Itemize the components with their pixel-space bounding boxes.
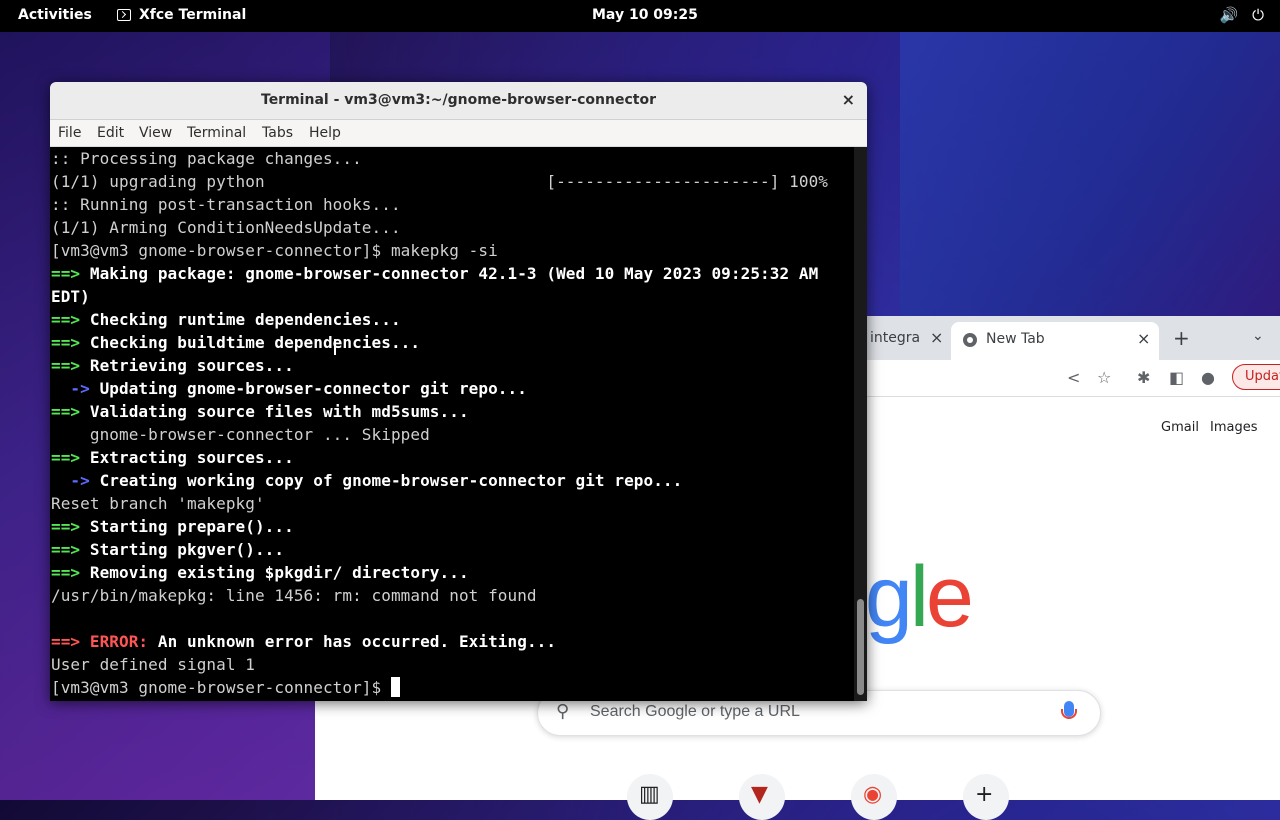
shortcut-tile[interactable]: ◉ [851, 774, 897, 820]
profile-icon[interactable]: ● [1201, 368, 1215, 387]
window-titlebar[interactable]: Terminal - vm3@vm3:~/gnome-browser-conne… [50, 82, 867, 120]
menu-bar: File Edit View Terminal Tabs Help [50, 120, 867, 147]
app-name: Xfce Terminal [139, 7, 247, 23]
add-shortcut-button[interactable]: + [963, 774, 1009, 820]
shortcut-tile[interactable]: ▼ [739, 774, 785, 820]
terminal-line: Reset branch 'makepkg' [51, 494, 265, 513]
terminal-line: ==> Validating source files with md5sums… [51, 402, 469, 421]
mouse-ibeam-cursor [334, 339, 336, 355]
share-icon[interactable]: < [1067, 368, 1080, 387]
menu-terminal[interactable]: Terminal [187, 125, 246, 141]
bookmark-star-icon[interactable]: ☆ [1097, 368, 1111, 387]
terminal-line: ==> Extracting sources... [51, 448, 294, 467]
terminal-prompt[interactable]: [vm3@vm3 gnome-browser-connector]$ [51, 676, 400, 699]
volume-icon: 🔊 [1219, 6, 1239, 24]
wine-icon: ▼ [751, 782, 768, 807]
terminal-line: gnome-browser-connector ... Skipped [51, 425, 430, 444]
terminal-line: ==> ERROR: An unknown error has occurred… [51, 632, 557, 651]
app-menu[interactable]: Xfce Terminal [117, 7, 246, 23]
side-panel-icon[interactable]: ◧ [1169, 368, 1184, 387]
terminal-window[interactable]: Terminal - vm3@vm3:~/gnome-browser-conne… [50, 82, 867, 701]
terminal-line: :: Running post-transaction hooks... [51, 195, 401, 214]
power-icon: ⏻ [1252, 6, 1264, 24]
scrollbar[interactable] [854, 147, 867, 701]
menu-edit[interactable]: Edit [97, 125, 124, 141]
menu-file[interactable]: File [58, 125, 81, 141]
google-logo: gle [865, 549, 974, 645]
clock[interactable]: May 10 09:25 [592, 7, 698, 23]
text-cursor [390, 677, 400, 697]
extensions-icon[interactable]: ✱ [1137, 368, 1150, 387]
close-tab-icon[interactable]: × [1137, 329, 1150, 348]
chrome-icon: ◉ [863, 782, 883, 807]
terminal-line: -> Creating working copy of gnome-browse… [51, 471, 683, 490]
terminal-line: -> Updating gnome-browser-connector git … [51, 379, 527, 398]
menu-help[interactable]: Help [309, 125, 341, 141]
terminal-line: ==> Checking buildtime dependencies... [51, 333, 421, 352]
terminal-line: ==> Checking runtime dependencies... [51, 310, 401, 329]
system-menu[interactable]: 🔊 ⏻ [1219, 6, 1264, 24]
terminal-line: ==> Starting prepare()... [51, 517, 294, 536]
terminal-line: ==> Making package: gnome-browser-connec… [51, 264, 819, 283]
shortcut-tile[interactable]: ▥ [627, 774, 673, 820]
terminal-line: (1/1) upgrading python [----------------… [51, 172, 829, 191]
tab-new-tab[interactable]: New Tab × [951, 322, 1159, 360]
wallpaper-facet [900, 32, 1280, 322]
terminal-line: ==> Starting pkgver()... [51, 540, 285, 559]
tab-search-chevron-icon[interactable]: ⌄ [1252, 328, 1264, 344]
terminal-line: ==> Removing existing $pkgdir/ directory… [51, 563, 469, 582]
tab-title: New Tab [986, 331, 1045, 347]
terminal-line: User defined signal 1 [51, 655, 255, 674]
tab-integra[interactable]: integra × [870, 326, 950, 356]
terminal-line: (1/1) Arming ConditionNeedsUpdate... [51, 218, 401, 237]
terminal-line: ==> Retrieving sources... [51, 356, 294, 375]
plus-icon: + [975, 782, 994, 807]
terminal-output[interactable]: :: Processing package changes... (1/1) u… [50, 147, 852, 701]
search-placeholder: Search Google or type a URL [590, 703, 800, 720]
microphone-icon[interactable] [1061, 701, 1077, 719]
chrome-icon [963, 333, 977, 347]
terminal-icon [117, 9, 131, 21]
scrollbar-thumb[interactable] [857, 599, 864, 695]
update-button[interactable]: Update [1232, 364, 1280, 390]
search-icon: ⚲ [556, 701, 570, 722]
terminal-line: EDT) [51, 287, 90, 306]
menu-view[interactable]: View [139, 125, 172, 141]
terminal-line: :: Processing package changes... [51, 149, 362, 168]
activities-button[interactable]: Activities [18, 7, 92, 23]
close-tab-icon[interactable]: × [930, 328, 943, 347]
new-tab-button[interactable]: + [1173, 326, 1190, 350]
top-bar: Activities Xfce Terminal May 10 09:25 🔊 … [0, 0, 1280, 32]
window-title: Terminal - vm3@vm3:~/gnome-browser-conne… [261, 92, 656, 108]
terminal-line: [vm3@vm3 gnome-browser-connector]$ makep… [51, 241, 498, 260]
menu-tabs[interactable]: Tabs [262, 125, 293, 141]
tab-title: integra [870, 330, 921, 346]
close-icon[interactable]: × [842, 90, 855, 109]
trash-icon: ▥ [639, 782, 660, 807]
gmail-link[interactable]: Gmail [1161, 420, 1199, 435]
terminal-line: /usr/bin/makepkg: line 1456: rm: command… [51, 586, 537, 605]
images-link[interactable]: Images [1210, 420, 1258, 435]
